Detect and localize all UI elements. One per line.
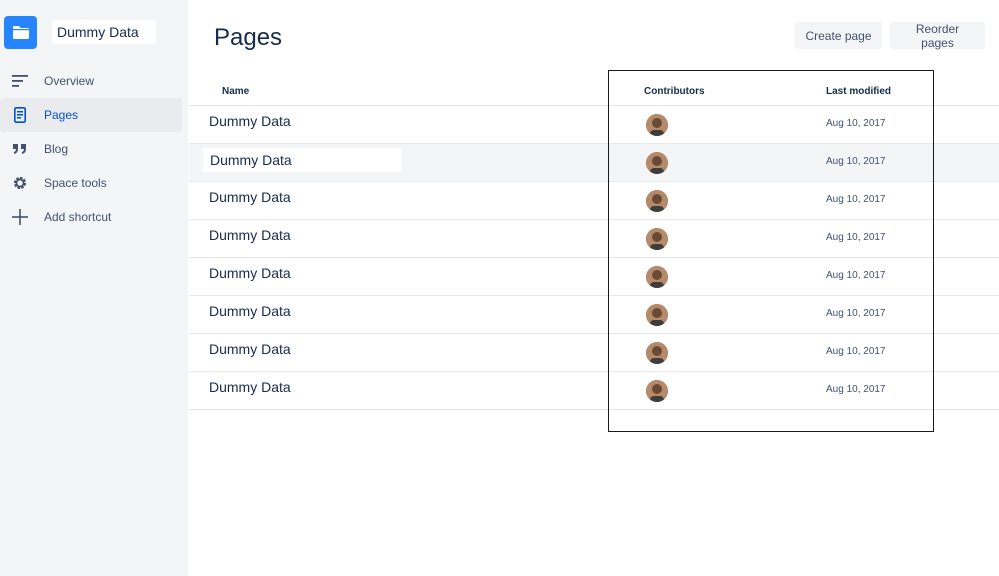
- contributor-avatar[interactable]: [646, 342, 668, 364]
- last-modified-date: Aug 10, 2017: [826, 194, 886, 205]
- page-name-link[interactable]: Dummy Data: [209, 303, 291, 319]
- folder-icon[interactable]: [4, 16, 37, 49]
- last-modified-date: Aug 10, 2017: [826, 270, 886, 281]
- last-modified-date: Aug 10, 2017: [826, 232, 886, 243]
- sidebar-item-pages[interactable]: Pages: [0, 98, 182, 132]
- table-row[interactable]: Dummy Data Aug 10, 2017: [189, 144, 999, 182]
- contributor-avatar[interactable]: [646, 190, 668, 212]
- sidebar-item-blog[interactable]: Blog: [0, 132, 182, 166]
- blog-quote-icon: [11, 140, 29, 158]
- table-header: Name Contributors Last modified: [189, 76, 999, 106]
- column-header-last-modified[interactable]: Last modified: [826, 86, 891, 97]
- sidebar-item-add-shortcut[interactable]: Add shortcut: [0, 200, 182, 234]
- sidebar-item-label: Blog: [44, 142, 69, 156]
- page-title: Pages: [214, 24, 283, 51]
- contributor-avatar[interactable]: [646, 380, 668, 402]
- plus-icon: [11, 208, 29, 226]
- gear-icon: [11, 174, 29, 192]
- page-name-link[interactable]: Dummy Data: [203, 148, 402, 172]
- reorder-pages-button[interactable]: Reorder pages: [890, 22, 985, 50]
- last-modified-date: Aug 10, 2017: [826, 156, 886, 167]
- sidebar-item-label: Pages: [44, 108, 79, 122]
- pages-table: Name Contributors Last modified Dummy Da…: [189, 76, 999, 410]
- overview-icon: [11, 72, 29, 90]
- page-name-link[interactable]: Dummy Data: [209, 341, 291, 357]
- last-modified-date: Aug 10, 2017: [826, 346, 886, 357]
- page-name-link[interactable]: Dummy Data: [209, 379, 291, 395]
- table-row[interactable]: Dummy Data Aug 10, 2017: [189, 296, 999, 334]
- sidebar-item-label: Overview: [44, 74, 95, 88]
- table-row[interactable]: Dummy Data Aug 10, 2017: [189, 372, 999, 410]
- last-modified-date: Aug 10, 2017: [826, 384, 886, 395]
- table-row[interactable]: Dummy Data Aug 10, 2017: [189, 258, 999, 296]
- table-row[interactable]: Dummy Data Aug 10, 2017: [189, 182, 999, 220]
- page-name-link[interactable]: Dummy Data: [209, 227, 291, 243]
- pages-icon: [11, 106, 29, 124]
- sidebar: Dummy Data Overview Pages Blog Space too…: [0, 0, 188, 576]
- table-row[interactable]: Dummy Data Aug 10, 2017: [189, 220, 999, 258]
- sidebar-nav: Overview Pages Blog Space tools Add shor…: [0, 64, 188, 234]
- sidebar-item-label: Add shortcut: [44, 210, 112, 224]
- contributor-avatar[interactable]: [646, 152, 668, 174]
- column-header-contributors[interactable]: Contributors: [644, 86, 705, 97]
- sidebar-item-label: Space tools: [44, 176, 107, 190]
- sidebar-item-overview[interactable]: Overview: [0, 64, 182, 98]
- contributor-avatar[interactable]: [646, 304, 668, 326]
- page-name-link[interactable]: Dummy Data: [209, 113, 291, 129]
- space-name[interactable]: Dummy Data: [52, 20, 156, 44]
- table-row[interactable]: Dummy Data Aug 10, 2017: [189, 334, 999, 372]
- table-row[interactable]: Dummy Data Aug 10, 2017: [189, 106, 999, 144]
- last-modified-date: Aug 10, 2017: [826, 308, 886, 319]
- page-name-link[interactable]: Dummy Data: [209, 189, 291, 205]
- column-header-name[interactable]: Name: [222, 86, 249, 97]
- last-modified-date: Aug 10, 2017: [826, 118, 886, 129]
- sidebar-item-space-tools[interactable]: Space tools: [0, 166, 182, 200]
- contributor-avatar[interactable]: [646, 228, 668, 250]
- space-header[interactable]: Dummy Data: [4, 16, 156, 49]
- page-name-link[interactable]: Dummy Data: [209, 265, 291, 281]
- contributor-avatar[interactable]: [646, 266, 668, 288]
- contributor-avatar[interactable]: [646, 114, 668, 136]
- create-page-button[interactable]: Create page: [795, 22, 882, 49]
